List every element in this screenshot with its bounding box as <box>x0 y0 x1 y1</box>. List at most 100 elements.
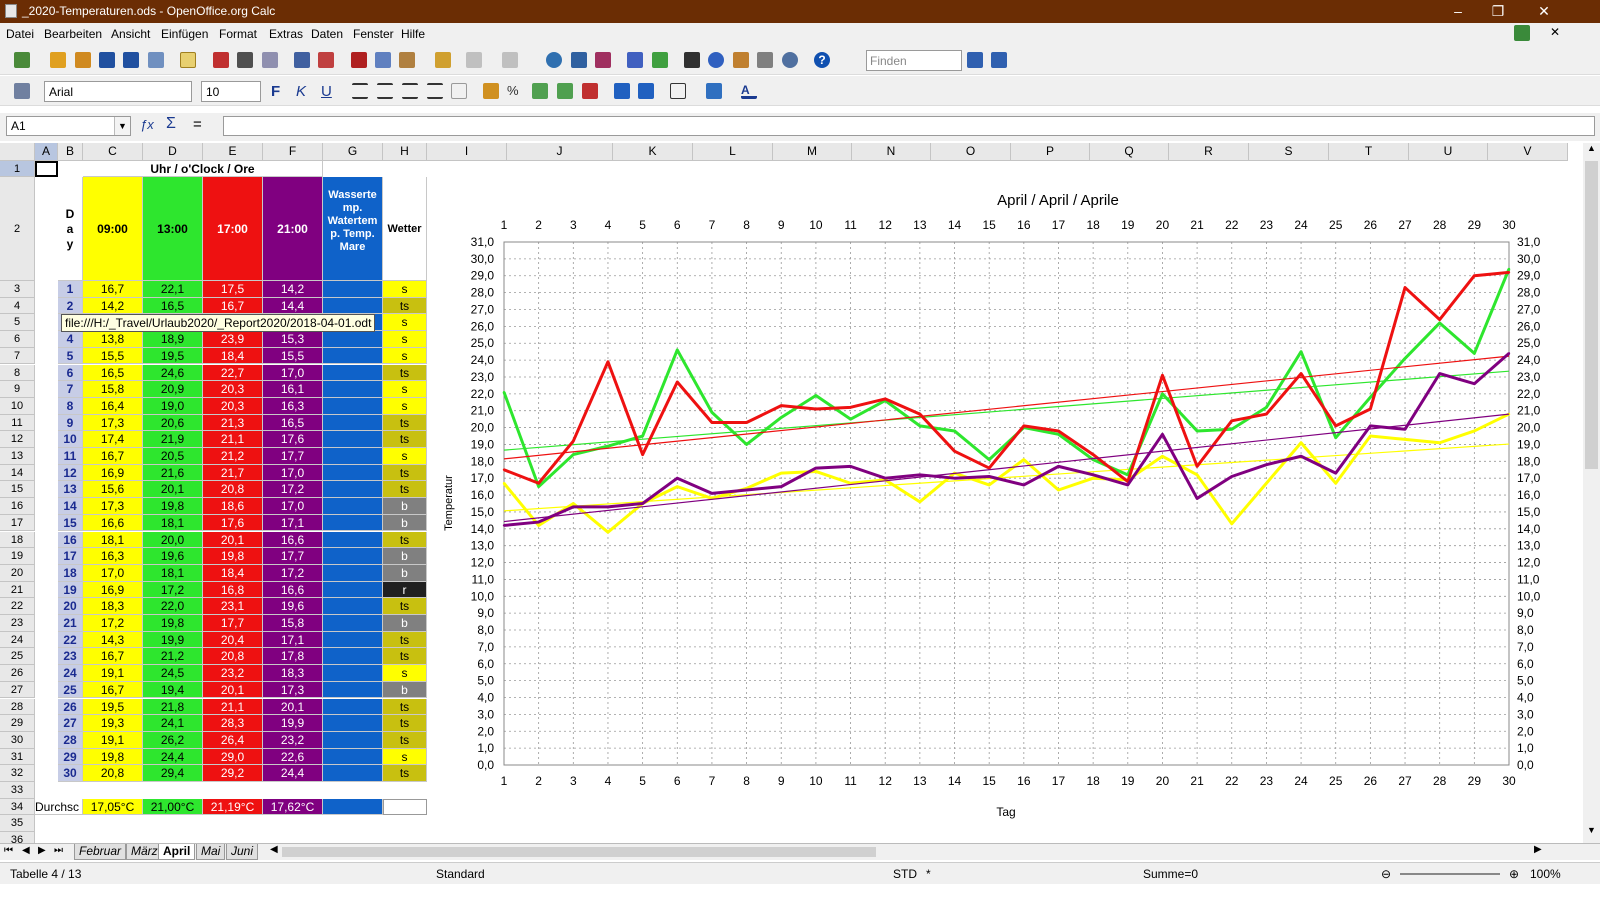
weather-cell[interactable]: s <box>383 281 427 298</box>
water-temp-cell[interactable] <box>323 715 383 732</box>
temp-cell[interactable]: 20,1 <box>143 481 203 499</box>
chart-icon[interactable] <box>627 52 643 68</box>
select-all-corner[interactable] <box>0 143 35 161</box>
scroll-left-icon[interactable]: ◀ <box>270 844 278 855</box>
temp-cell[interactable]: 18,9 <box>143 331 203 348</box>
temp-cell[interactable]: 17,4 <box>83 431 143 448</box>
currency-icon[interactable] <box>483 83 499 99</box>
find-replace-icon[interactable] <box>684 52 700 68</box>
temp-cell[interactable]: 17,6 <box>263 431 323 448</box>
row-header[interactable]: 21 <box>0 581 35 599</box>
italic-icon[interactable]: K <box>296 83 312 100</box>
menu-hilfe[interactable]: Hilfe <box>401 27 425 41</box>
align-right-icon[interactable] <box>402 83 418 99</box>
day-cell[interactable]: 18 <box>58 564 83 582</box>
scroll-right-icon[interactable]: ▶ <box>1534 844 1542 855</box>
menu-einfuegen[interactable]: Einfügen <box>161 27 208 41</box>
temp-cell[interactable]: 19,3 <box>83 715 143 732</box>
day-cell[interactable]: 27 <box>58 715 83 732</box>
temp-cell[interactable]: 21,1 <box>203 431 263 448</box>
water-temp-cell[interactable] <box>323 498 383 515</box>
column-header[interactable]: O <box>931 143 1011 161</box>
weather-cell[interactable]: ts <box>383 648 427 666</box>
temp-cell[interactable]: 20,8 <box>203 648 263 666</box>
temp-cell[interactable]: 28,3 <box>203 715 263 732</box>
temp-cell[interactable]: 18,6 <box>203 498 263 515</box>
row-header[interactable]: 28 <box>0 698 35 716</box>
temp-cell[interactable]: 17,2 <box>83 615 143 632</box>
day-cell[interactable]: 30 <box>58 765 83 782</box>
water-temp-cell[interactable] <box>323 598 383 615</box>
update-icon[interactable] <box>1514 25 1530 41</box>
minimize-icon[interactable]: – <box>1448 2 1468 20</box>
column-header[interactable]: J <box>507 143 613 161</box>
undo-icon[interactable] <box>466 52 482 68</box>
weather-cell[interactable]: s <box>383 314 427 332</box>
spellcheck-icon[interactable] <box>294 52 310 68</box>
temp-cell[interactable]: 16,3 <box>83 548 143 565</box>
add-decimal-icon[interactable] <box>557 83 573 99</box>
row-header[interactable]: 8 <box>0 364 35 382</box>
weather-cell[interactable]: s <box>383 448 427 465</box>
temp-cell[interactable]: 16,3 <box>263 397 323 415</box>
water-temp-cell[interactable] <box>323 631 383 649</box>
temp-cell[interactable]: 24,6 <box>143 364 203 382</box>
row-header[interactable]: 32 <box>0 765 35 782</box>
weather-cell[interactable]: b <box>383 681 427 699</box>
temp-cell[interactable]: 21,9 <box>143 431 203 448</box>
temp-cell[interactable]: 17,2 <box>263 564 323 582</box>
temp-cell[interactable]: 29,2 <box>203 765 263 782</box>
data-sources-icon[interactable] <box>757 52 773 68</box>
weather-cell[interactable]: s <box>383 347 427 365</box>
cut-icon[interactable] <box>351 52 367 68</box>
email-icon[interactable] <box>148 52 164 68</box>
day-cell[interactable]: 5 <box>58 347 83 365</box>
temp-cell[interactable]: 29,4 <box>143 765 203 782</box>
temp-cell[interactable]: 17,2 <box>143 581 203 599</box>
temp-cell[interactable]: 14,2 <box>263 281 323 298</box>
temp-cell[interactable]: 17,1 <box>263 514 323 532</box>
align-center-icon[interactable] <box>377 83 393 99</box>
column-header[interactable]: D <box>143 143 203 161</box>
weather-cell[interactable]: r <box>383 581 427 599</box>
weather-cell[interactable]: b <box>383 514 427 532</box>
tab-mai[interactable]: Mai <box>196 844 226 860</box>
day-cell[interactable]: 1 <box>58 281 83 298</box>
copy-icon[interactable] <box>375 52 391 68</box>
row-header[interactable]: 16 <box>0 498 35 515</box>
column-header[interactable]: I <box>427 143 507 161</box>
delete-decimal-icon[interactable] <box>582 83 598 99</box>
water-temp-cell[interactable] <box>323 765 383 782</box>
temp-cell[interactable]: 19,9 <box>263 715 323 732</box>
weather-cell[interactable]: ts <box>383 414 427 432</box>
temp-cell[interactable]: 21,1 <box>203 698 263 716</box>
water-temp-cell[interactable] <box>323 381 383 398</box>
find-previous-icon[interactable] <box>991 52 1007 68</box>
water-temp-cell[interactable] <box>323 514 383 532</box>
column-header[interactable]: P <box>1011 143 1090 161</box>
zoom-in-icon[interactable]: ⊕ <box>1509 867 1519 881</box>
water-temp-cell[interactable] <box>323 581 383 599</box>
column-header[interactable]: R <box>1169 143 1249 161</box>
spreadsheet-grid[interactable]: April / April / Aprile 0,0 0,0 1,0 1,0 2,0 2,0… <box>0 143 1583 843</box>
column-header[interactable]: C <box>83 143 143 161</box>
scroll-up-icon[interactable]: ▲ <box>1583 143 1600 157</box>
autospell-icon[interactable] <box>318 52 334 68</box>
weather-cell[interactable]: s <box>383 665 427 682</box>
temp-cell[interactable]: 20,8 <box>83 765 143 782</box>
temp-cell[interactable]: 17,2 <box>263 481 323 499</box>
water-temp-cell[interactable] <box>323 731 383 749</box>
zoom-out-icon[interactable]: ⊖ <box>1381 867 1391 881</box>
day-cell[interactable]: 6 <box>58 364 83 382</box>
row-header[interactable]: 6 <box>0 331 35 348</box>
column-header[interactable]: B <box>58 143 83 161</box>
temp-cell[interactable]: 19,9 <box>143 631 203 649</box>
temp-cell[interactable]: 20,5 <box>143 448 203 465</box>
temp-cell[interactable]: 20,8 <box>203 481 263 499</box>
weather-cell[interactable]: b <box>383 548 427 565</box>
temp-cell[interactable]: 16,1 <box>263 381 323 398</box>
temp-cell[interactable]: 20,3 <box>203 397 263 415</box>
temp-cell[interactable]: 19,4 <box>143 681 203 699</box>
average-cell[interactable]: 21,19°C <box>203 798 263 816</box>
temp-cell[interactable]: 20,1 <box>203 531 263 549</box>
